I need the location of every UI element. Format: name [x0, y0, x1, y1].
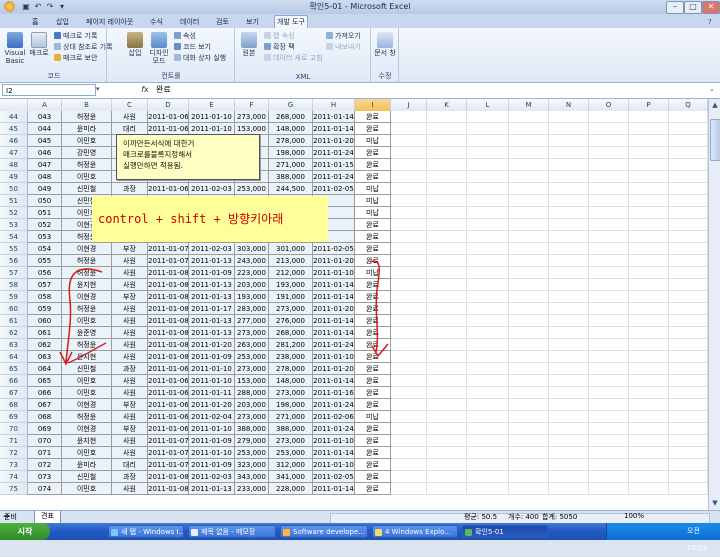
sheet-nav-icon[interactable]: ◂▸ — [3, 512, 10, 520]
vertical-scroll-thumb[interactable] — [710, 119, 720, 161]
red-annotation-strokes — [59, 260, 389, 366]
taskbar-item-software[interactable]: Software develope... — [280, 525, 368, 538]
ie-icon — [111, 529, 118, 536]
taskbar-item-ie[interactable]: 새 탭 - Windows I... — [108, 525, 184, 538]
right-arrow-head — [371, 343, 389, 358]
scroll-up-icon[interactable]: ▲ — [710, 100, 720, 110]
system-tray: 오전 10:01 — [606, 523, 720, 552]
right-bracket-stroke — [369, 260, 381, 353]
clock[interactable]: 오전 10:01 — [687, 523, 720, 557]
scroll-down-icon[interactable]: ▼ — [710, 498, 720, 508]
notepad-icon — [191, 529, 198, 536]
sheet-tab-bar: ◂▸ 견표 — [0, 510, 720, 524]
taskbar-item-excel[interactable]: 확인5-01 — [462, 525, 548, 538]
start-button[interactable]: 시작 — [0, 523, 50, 540]
excel-icon — [465, 529, 472, 536]
vertical-scrollbar[interactable]: ▲ ▼ — [708, 99, 720, 510]
bottom-arrow-stroke — [67, 342, 107, 364]
taskbar-item-explorer[interactable]: 4 Windows Explo... — [372, 525, 458, 538]
taskbar: 시작 새 탭 - Windows I... 제목 없음 - 메모장 Softwa… — [0, 523, 720, 552]
firefox-icon — [283, 529, 290, 536]
folder-icon — [375, 529, 382, 536]
taskbar-item-notepad[interactable]: 제목 없음 - 메모장 — [188, 525, 276, 538]
